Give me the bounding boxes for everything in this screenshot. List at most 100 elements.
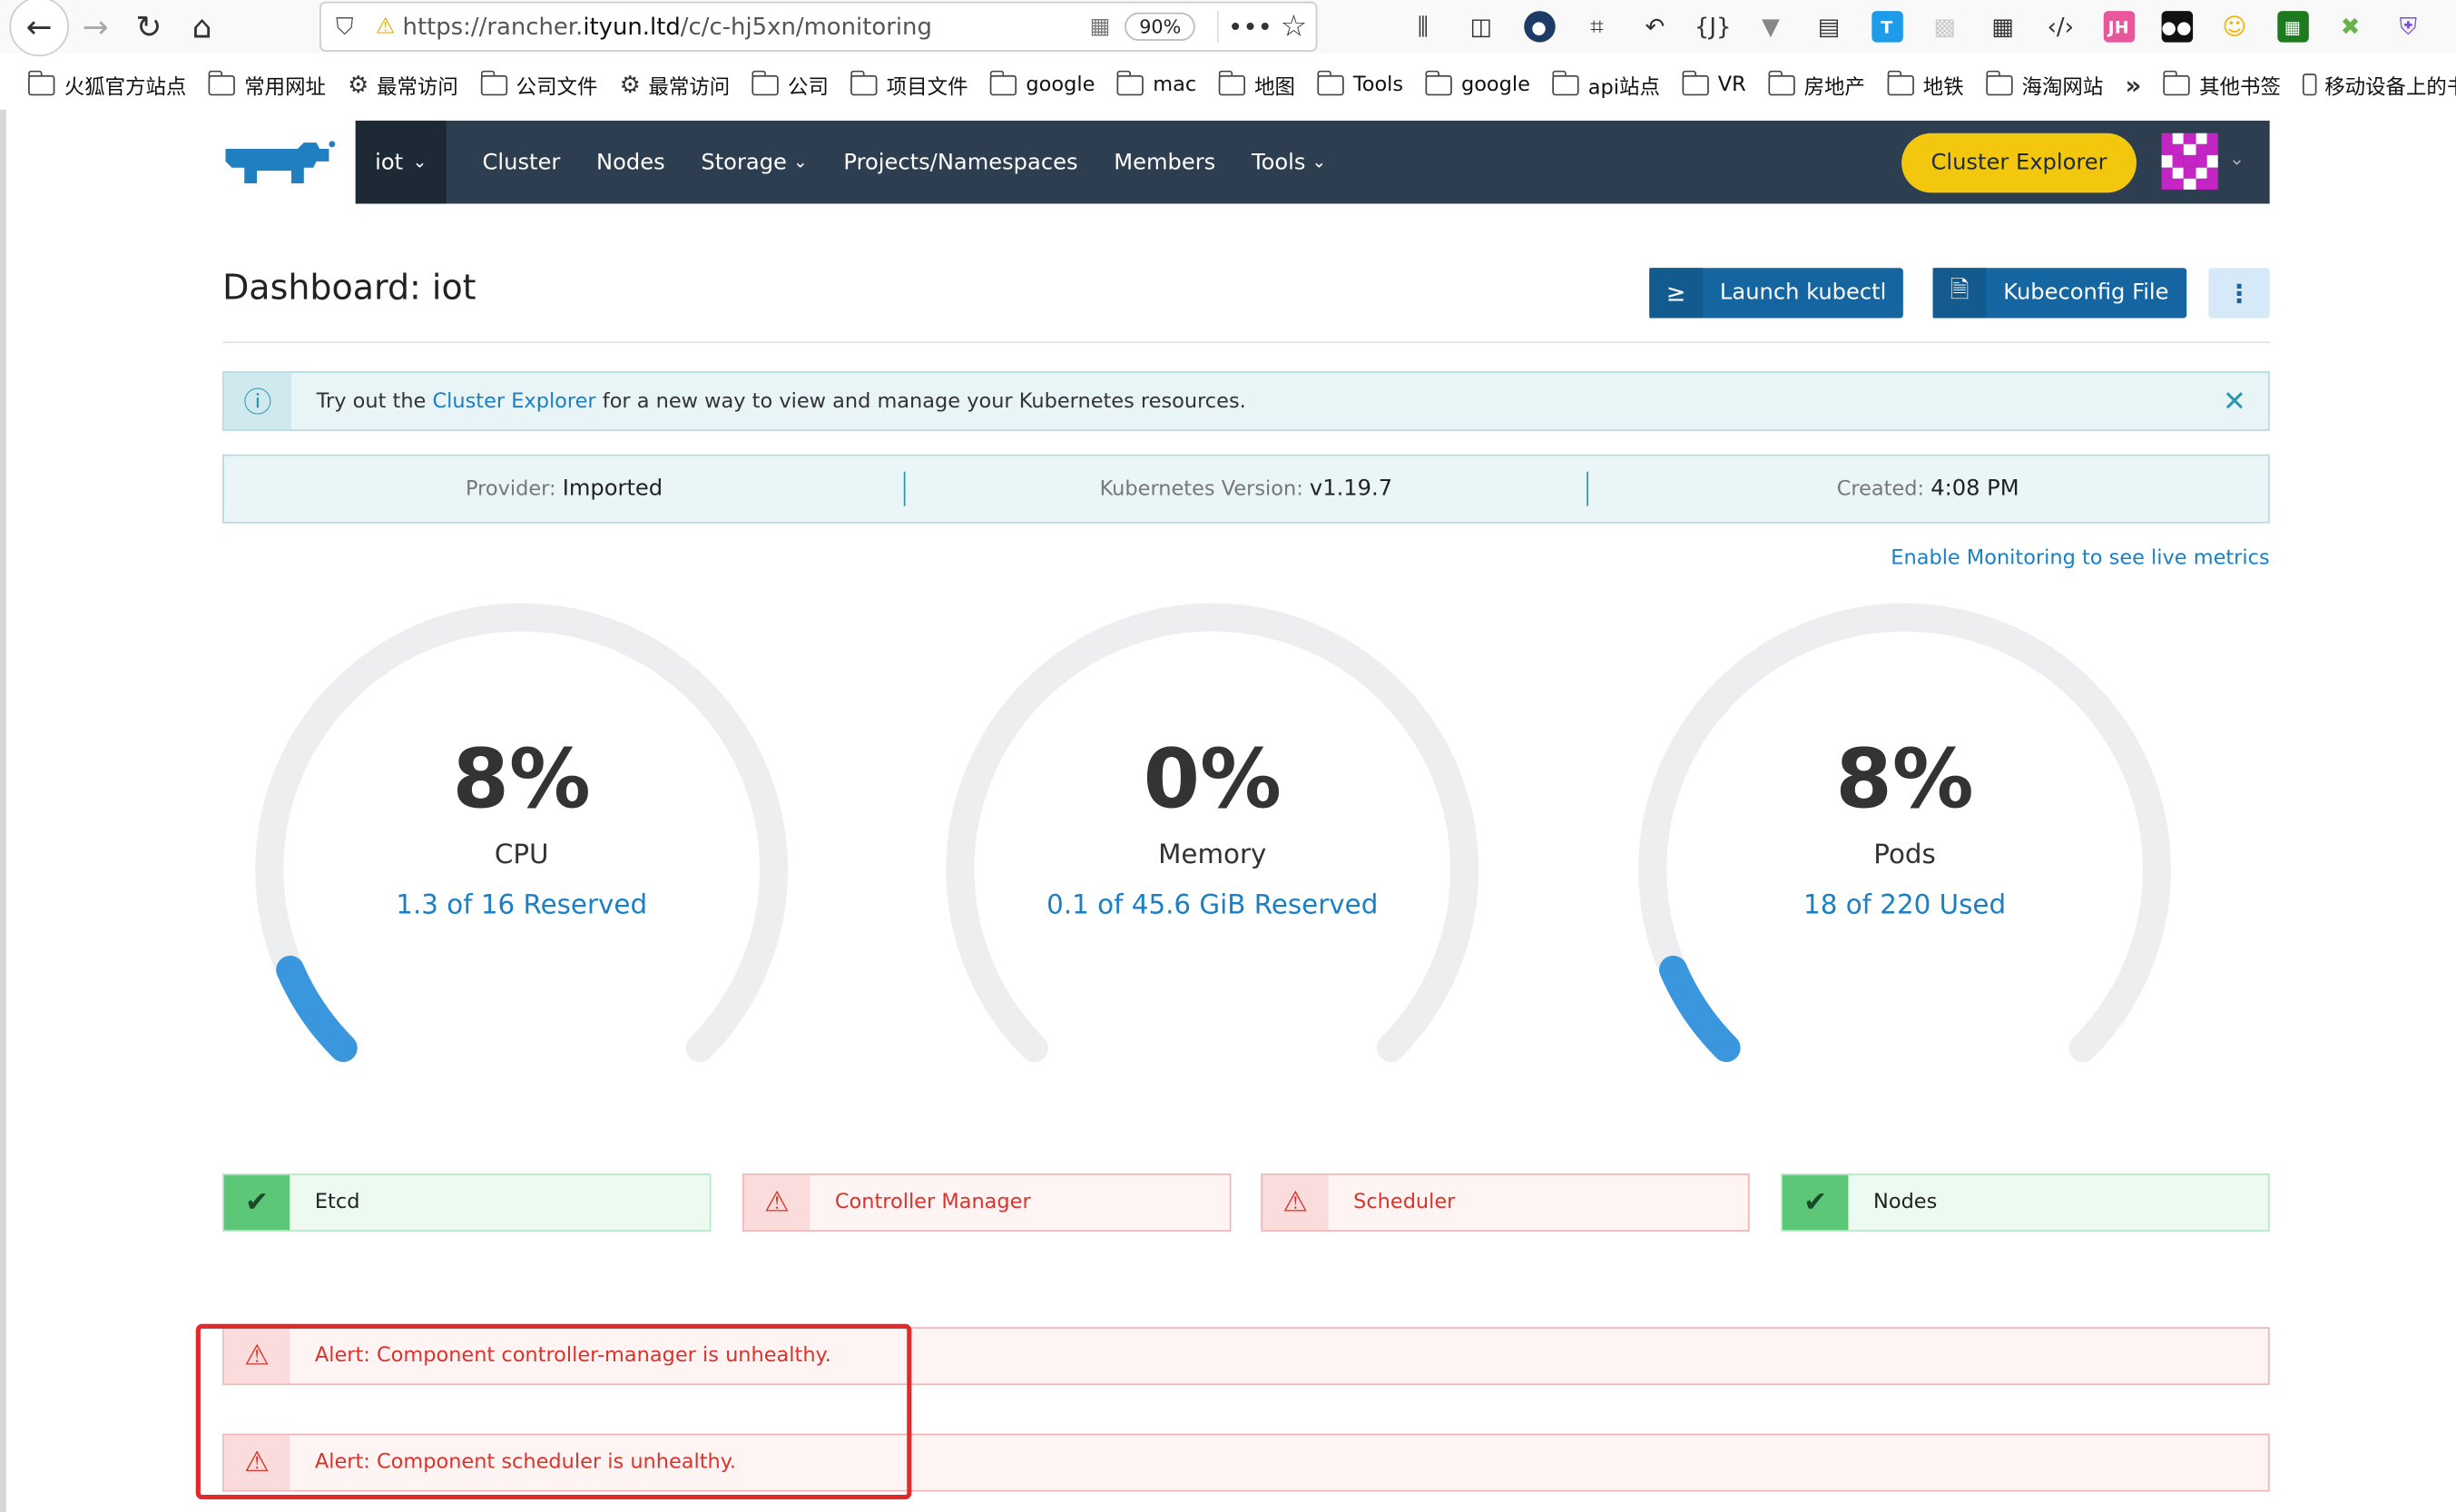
info-banner: ⓘ Try out the Cluster Explorer for a new… xyxy=(222,371,2270,431)
folder-icon xyxy=(1682,69,1709,95)
bookmark-item[interactable]: VR xyxy=(1682,69,1746,97)
home-icon[interactable]: ⌂ xyxy=(175,3,229,50)
grid-extension-icon[interactable]: ▩ xyxy=(1916,6,1974,47)
json-viewer-icon[interactable]: {J} xyxy=(1684,6,1742,47)
globe-extension-icon[interactable]: ● xyxy=(1510,6,1568,47)
kubeconfig-file-button[interactable]: 🗎 Kubeconfig File xyxy=(1932,268,2186,319)
window-edge xyxy=(0,109,6,1512)
gear-icon: ⚙ xyxy=(348,70,369,99)
bookmark-item[interactable]: 公司 xyxy=(752,69,829,100)
cluster-explorer-button[interactable]: Cluster Explorer xyxy=(1901,133,2137,193)
warning-icon: ⚠ xyxy=(223,1435,290,1490)
vertical-ellipsis-icon: ⋮ xyxy=(2226,278,2252,309)
gear-icon: ⚙ xyxy=(619,70,641,99)
insecure-lock-icon[interactable]: ⚠ xyxy=(368,15,403,40)
address-bar[interactable]: ⛉ ⚠ https://rancher.ityun.ltd/c/c-hj5xn/… xyxy=(319,1,1318,52)
tools-extension-icon[interactable]: ✖ xyxy=(2322,6,2380,47)
back-arrow-icon[interactable]: ← xyxy=(9,0,69,57)
bookmark-star-icon[interactable]: ☆ xyxy=(1272,9,1315,44)
page-title: Dashboard: iot xyxy=(222,269,476,309)
puzzle-extension-icon[interactable]: ⛨ xyxy=(2379,6,2437,47)
launch-kubectl-button[interactable]: ≥ Launch kubectl xyxy=(1649,268,1904,319)
close-icon[interactable]: ✕ xyxy=(2201,373,2268,429)
nav-members[interactable]: Members xyxy=(1114,150,1215,175)
bookmark-item[interactable]: 地铁 xyxy=(1887,69,1964,100)
jh-extension-icon[interactable]: JH xyxy=(2089,6,2147,47)
cluster-explorer-link[interactable]: Cluster Explorer xyxy=(432,389,595,413)
bookmark-label: google xyxy=(1026,73,1095,97)
translate-icon[interactable]: T xyxy=(1858,6,1916,47)
warning-icon: ⚠ xyxy=(223,1328,290,1384)
crop-icon[interactable]: ⌗ xyxy=(1568,6,1626,47)
gauge-track xyxy=(1638,603,2171,1063)
bookmark-item[interactable]: 项目文件 xyxy=(850,69,968,100)
bookmark-label: 其他书签 xyxy=(2199,75,2281,100)
bookmark-item[interactable]: 其他书签 xyxy=(2163,69,2281,100)
qr-extension-icon[interactable]: ▦ xyxy=(1974,6,2032,47)
bookmark-label: 地铁 xyxy=(1922,75,1964,100)
shield-icon[interactable]: ⛉ xyxy=(321,13,368,41)
bookmark-item[interactable]: 地图 xyxy=(1218,69,1295,100)
bookmark-item[interactable]: 火狐官方站点 xyxy=(28,69,186,100)
folder-icon xyxy=(28,69,55,95)
warning-icon: ⚠ xyxy=(743,1174,810,1231)
memory-gauge: 0% Memory 0.1 of 45.6 GiB Reserved xyxy=(938,595,1487,1081)
gauge-label: Pods xyxy=(1873,839,1936,871)
bookmark-item[interactable]: api站点 xyxy=(1552,69,1660,100)
more-actions-button[interactable]: ⋮ xyxy=(2208,268,2270,319)
sidebar-icon[interactable]: ◫ xyxy=(1452,6,1510,47)
bookmarks-overflow-icon[interactable]: » xyxy=(2125,70,2141,100)
panda-icon[interactable]: ●● xyxy=(2147,6,2205,47)
bookmark-item[interactable]: 公司文件 xyxy=(479,69,597,100)
bookmark-item[interactable]: ⚙ 最常访问 xyxy=(620,70,731,100)
reload-icon[interactable]: ↻ xyxy=(123,3,176,50)
bookmark-item[interactable]: google xyxy=(989,69,1095,97)
pods-gauge: 8% Pods 18 of 220 Used xyxy=(1631,595,2179,1081)
cluster-switcher[interactable]: iot ⌄ xyxy=(355,120,447,204)
forward-arrow-icon[interactable]: → xyxy=(69,3,123,50)
folder-icon xyxy=(1767,69,1795,95)
reader-icon[interactable]: ▤ xyxy=(1800,6,1858,47)
bookmark-item[interactable]: 常用网址 xyxy=(208,69,326,100)
undo-icon[interactable]: ↶ xyxy=(1626,6,1684,47)
user-avatar[interactable] xyxy=(2161,133,2218,190)
url-text[interactable]: https://rancher.ityun.ltd/c/c-hj5xn/moni… xyxy=(403,13,1082,41)
vue-devtools-icon[interactable]: ▼ xyxy=(1742,6,1800,47)
nav-tools[interactable]: Tools ⌄ xyxy=(1252,150,1326,175)
nav-cluster[interactable]: Cluster xyxy=(483,150,561,175)
mobile-device-icon xyxy=(2303,74,2317,96)
bookmark-item[interactable]: 移动设备上的书签 xyxy=(2303,70,2456,100)
bookmark-item[interactable]: Tools xyxy=(1317,69,1403,96)
bookmark-label: 地图 xyxy=(1254,75,1295,100)
terminal-icon[interactable]: ▦ xyxy=(2264,6,2322,47)
page-actions-icon[interactable]: ••• xyxy=(1228,12,1272,42)
nav-storage[interactable]: Storage ⌄ xyxy=(701,150,807,175)
bookmark-label: 最常访问 xyxy=(377,75,458,100)
folder-icon xyxy=(208,69,235,95)
chevron-down-icon: ⌄ xyxy=(412,152,427,172)
bookmark-item[interactable]: 海淘网站 xyxy=(1985,69,2103,100)
code-icon[interactable]: ‹/› xyxy=(2031,6,2089,47)
qr-code-icon[interactable]: ▦ xyxy=(1081,15,1118,40)
chevron-down-icon: ⌄ xyxy=(792,152,808,172)
bookmark-item[interactable]: google xyxy=(1425,69,1530,96)
bookmark-item[interactable]: ⚙ 最常访问 xyxy=(348,70,458,100)
smiley-icon[interactable]: ☺ xyxy=(2205,6,2264,47)
bookmark-label: VR xyxy=(1717,73,1746,97)
nav-projects-namespaces[interactable]: Projects/Namespaces xyxy=(843,150,1077,175)
bookmark-item[interactable]: 房地产 xyxy=(1767,69,1865,100)
zoom-level[interactable]: 90% xyxy=(1125,12,1195,41)
kubernetes-version-info: Kubernetes Version: v1.19.7 xyxy=(1099,476,1393,502)
bookmark-item[interactable]: mac xyxy=(1116,69,1196,96)
banner-text: Try out the Cluster Explorer for a new w… xyxy=(316,389,1246,413)
component-controller-manager: ⚠ Controller Manager xyxy=(742,1173,1232,1232)
user-menu-chevron-icon[interactable]: ⌄ xyxy=(2229,147,2245,169)
folder-icon xyxy=(752,69,779,95)
gauge-percent: 8% xyxy=(1835,732,1974,828)
library-icon[interactable]: ⫼ xyxy=(1394,6,1452,47)
rancher-logo[interactable] xyxy=(222,121,356,203)
check-icon: ✔ xyxy=(1782,1174,1849,1231)
nav-nodes[interactable]: Nodes xyxy=(596,150,665,175)
rancher-cow-icon xyxy=(225,140,336,183)
enable-monitoring-link[interactable]: Enable Monitoring to see live metrics xyxy=(1891,547,2269,571)
